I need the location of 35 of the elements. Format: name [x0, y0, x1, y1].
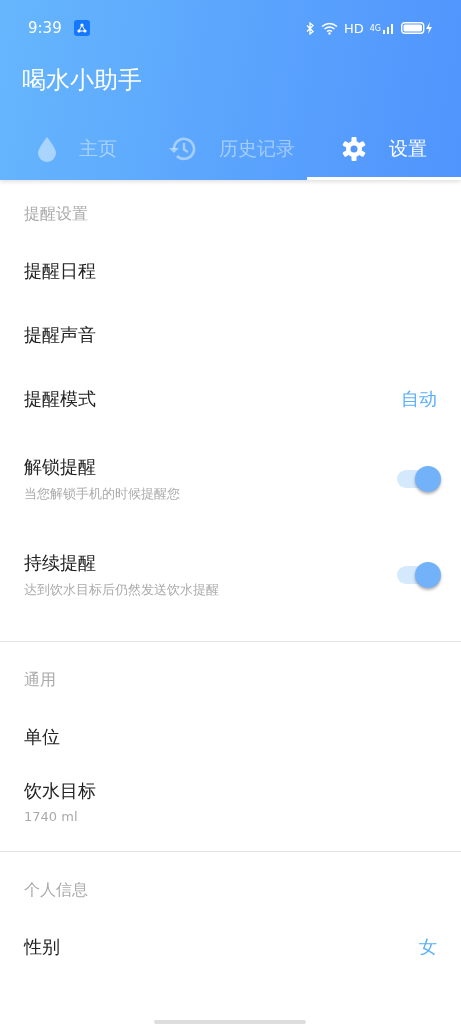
section-header: 提醒设置	[23, 203, 89, 225]
item-label: 单位	[24, 725, 61, 749]
settings-item[interactable]: 提醒日程	[0, 239, 461, 303]
item-value: 女	[419, 935, 437, 959]
item-subtitle: 1740 ml	[24, 808, 79, 824]
battery-icon	[401, 22, 433, 34]
network-type: 4G	[369, 23, 381, 33]
status-time: 9:39	[28, 19, 62, 37]
item-subtitle: 达到饮水目标后仍然发送饮水提醒	[24, 581, 220, 599]
section-header: 通用	[23, 669, 57, 691]
item-label: 性别	[24, 935, 61, 959]
bluetooth-icon	[305, 21, 315, 35]
settings-item[interactable]: 解锁提醒 当您解锁手机的时候提醒您	[0, 431, 461, 527]
item-label: 提醒模式	[24, 387, 97, 411]
item-subtitle: 当您解锁手机的时候提醒您	[24, 485, 181, 503]
item-label: 持续提醒	[24, 551, 97, 575]
app-notification-icon	[73, 20, 90, 36]
signal-icon	[383, 22, 395, 34]
settings-item[interactable]: 提醒声音	[0, 303, 461, 367]
item-label: 提醒日程	[24, 259, 97, 283]
settings-item[interactable]: 提醒模式 自动	[0, 367, 461, 431]
hd-indicator: HD	[343, 20, 364, 36]
app-title: 喝水小助手	[21, 65, 143, 96]
item-label: 解锁提醒	[24, 455, 97, 479]
item-label: 饮水目标	[24, 778, 97, 803]
wifi-icon	[320, 21, 338, 35]
settings-icon	[341, 135, 368, 162]
item-value: 自动	[401, 387, 437, 411]
item-label: 提醒声音	[24, 323, 97, 347]
drop-icon	[36, 135, 57, 162]
settings-item[interactable]: 单位	[0, 705, 461, 769]
settings-item[interactable]: 饮水目标 1740 ml	[0, 769, 461, 833]
settings-item[interactable]: 性别 女	[0, 915, 461, 979]
section-header: 个人信息	[23, 879, 89, 901]
settings-item[interactable]: 持续提醒 达到饮水目标后仍然发送饮水提醒	[0, 527, 461, 623]
